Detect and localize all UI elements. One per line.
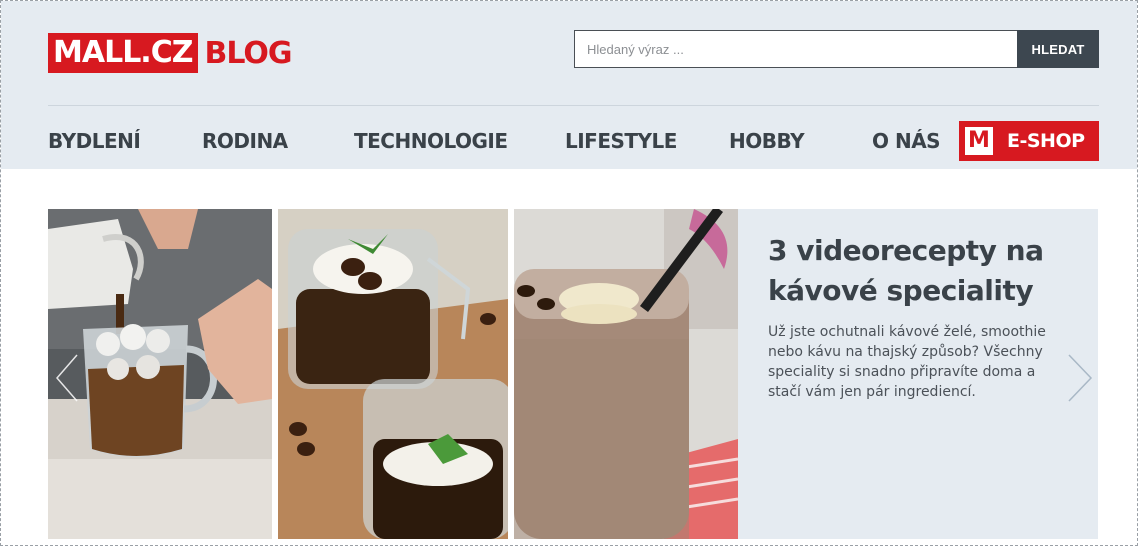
chevron-right-icon[interactable] [1066,353,1094,403]
eshop-button[interactable]: M E-SHOP [959,121,1099,161]
nav-item-hobby[interactable]: HOBBY [729,121,805,161]
nav-item-o-nas[interactable]: O NÁS [872,121,941,161]
nav-item-technologie[interactable]: TECHNOLOGIE [354,121,508,161]
nav-item-bydleni[interactable]: BYDLENÍ [48,121,141,161]
chevron-left-icon[interactable] [54,353,80,403]
featured-slider: 3 videorecepty na kávové speciality Už j… [48,209,1098,539]
search-button[interactable]: HLEDAT [1017,30,1099,68]
logo-mall: MALL.CZ [48,33,199,73]
logo-blog: BLOG [204,35,292,71]
mall-m-icon: M [965,127,993,155]
slide-info-panel: 3 videorecepty na kávové speciality Už j… [738,209,1098,539]
header-divider [48,105,1099,106]
slide-photo-iced-coffee[interactable] [48,209,272,539]
slide-photo-smoothie[interactable] [514,209,738,539]
search-input[interactable] [574,30,1017,68]
nav-item-rodina[interactable]: RODINA [202,121,288,161]
slide-description: Už jste ochutnali kávové želé, smoothie … [768,324,1046,400]
slide-title[interactable]: 3 videorecepty na kávové speciality [768,231,1068,311]
slide-photo-coffee-jelly[interactable] [278,209,508,539]
nav-item-lifestyle[interactable]: LIFESTYLE [565,121,677,161]
site-header: MALL.CZ BLOG HLEDAT BYDLENÍ RODINA TECHN… [1,1,1137,169]
site-logo[interactable]: MALL.CZ BLOG [48,33,293,73]
main-nav: BYDLENÍ RODINA TECHNOLOGIE LIFESTYLE HOB… [48,121,1099,161]
search-form: HLEDAT [574,30,1099,68]
eshop-label: E-SHOP [1007,130,1085,152]
